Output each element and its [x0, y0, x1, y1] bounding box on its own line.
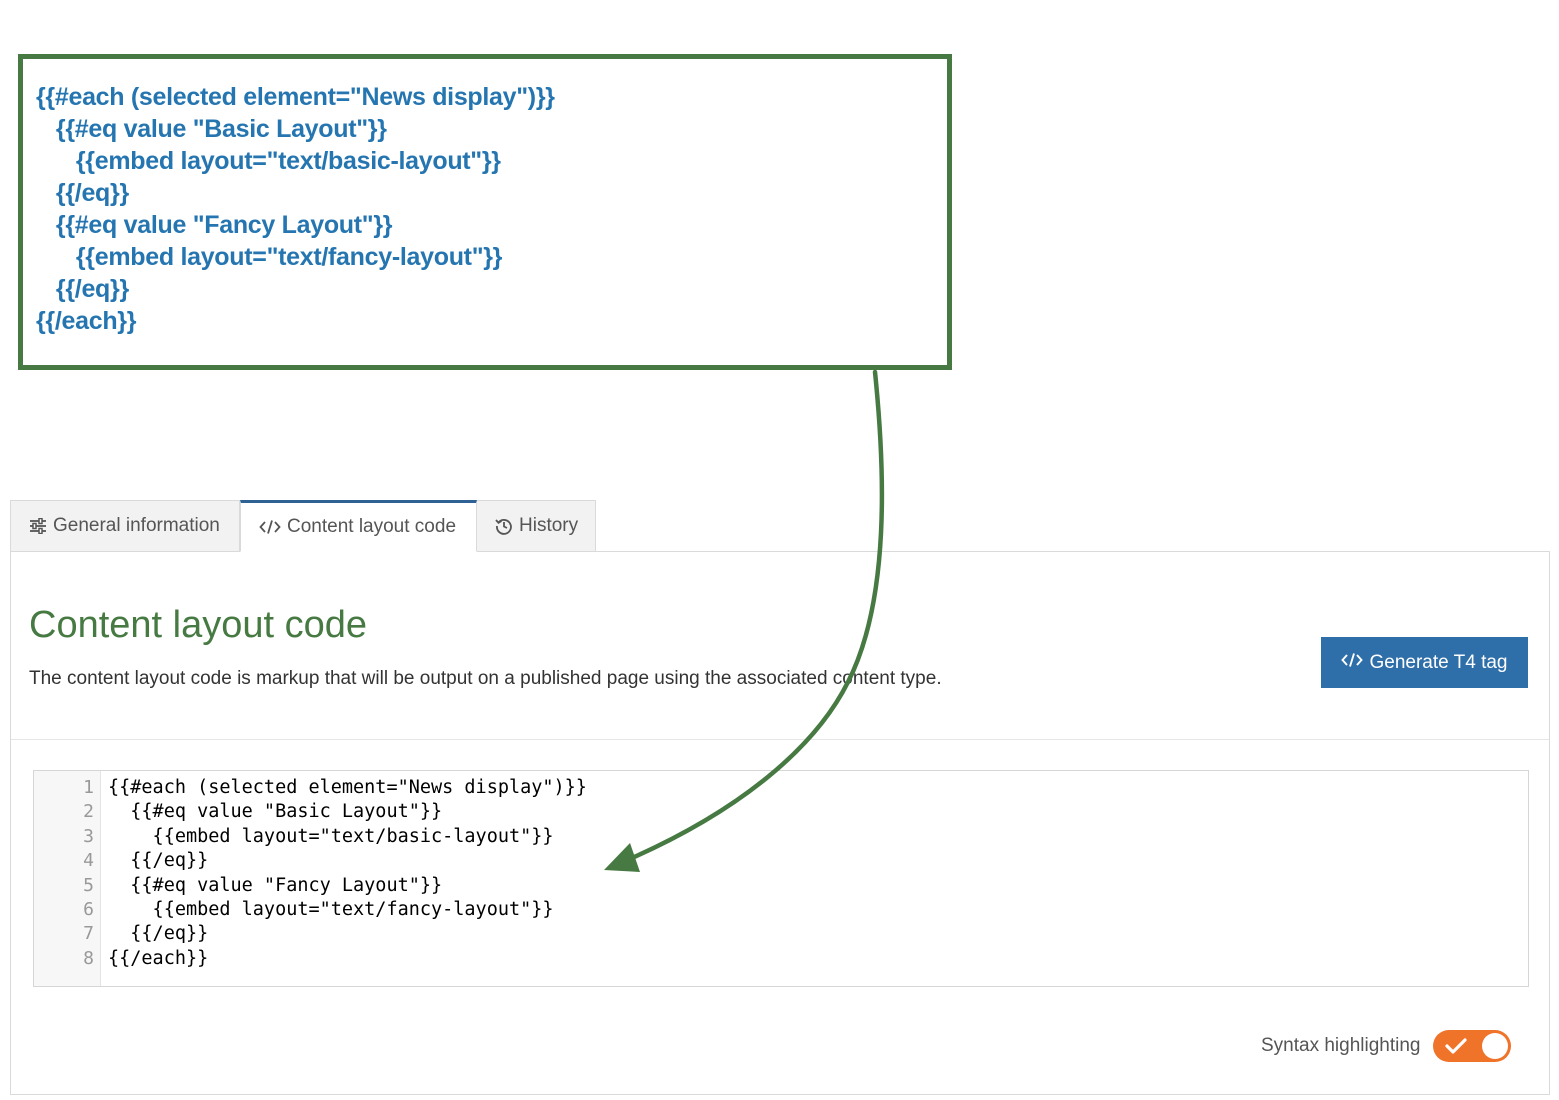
line-number-gutter: 1 2 3 4 5 6 7 8 — [34, 771, 101, 986]
line-number: 7 — [83, 923, 94, 945]
code-icon — [259, 519, 281, 535]
code-line[interactable]: {{embed layout="text/fancy-layout"}} — [108, 898, 587, 922]
annotation-line: {{#each (selected element="News display"… — [36, 83, 555, 111]
divider — [11, 739, 1549, 740]
annotation-line: {{/eq}} — [36, 179, 129, 207]
code-line[interactable]: {{/eq}} — [108, 849, 587, 873]
page-description: The content layout code is markup that w… — [29, 668, 942, 689]
tab-content-layout-code[interactable]: Content layout code — [240, 500, 477, 552]
code-icon — [1341, 652, 1364, 674]
code-line[interactable]: {{/each}} — [108, 947, 587, 971]
code-line[interactable]: {{#each (selected element="News display"… — [108, 776, 587, 800]
syntax-highlighting-label: Syntax highlighting — [1261, 1035, 1421, 1056]
annotation-line: {{#eq value "Fancy Layout"}} — [36, 211, 393, 239]
annotation-code: {{#each (selected element="News display"… — [36, 81, 555, 337]
code-editor[interactable]: 1 2 3 4 5 6 7 8 {{#each (selected elemen… — [33, 770, 1529, 987]
line-number: 6 — [83, 898, 94, 920]
syntax-highlighting-toggle[interactable] — [1432, 1030, 1511, 1062]
content-layout-panel: Content layout code The content layout c… — [10, 551, 1550, 1095]
line-number: 4 — [83, 850, 94, 872]
code-line[interactable]: {{#eq value "Basic Layout"}} — [108, 800, 587, 824]
code-line[interactable]: {{#eq value "Fancy Layout"}} — [108, 874, 587, 898]
tab-label: General information — [53, 515, 220, 536]
tab-label: Content layout code — [287, 516, 457, 537]
generate-t4-tag-button[interactable]: Generate T4 tag — [1321, 637, 1528, 688]
tab-label: History — [519, 515, 579, 536]
annotation-line: {{embed layout="text/basic-layout"}} — [36, 147, 501, 175]
line-number: 2 — [83, 801, 94, 823]
annotation-line: {{embed layout="text/fancy-layout"}} — [36, 243, 503, 271]
syntax-highlighting-control: Syntax highlighting — [1261, 1030, 1511, 1062]
code-content[interactable]: {{#each (selected element="News display"… — [101, 771, 587, 986]
page-title: Content layout code — [29, 604, 368, 646]
code-line[interactable]: {{/eq}} — [108, 922, 587, 946]
tab-bar: General information Content layout code … — [10, 500, 596, 552]
code-line[interactable]: {{embed layout="text/basic-layout"}} — [108, 825, 587, 849]
line-number: 3 — [83, 825, 94, 847]
toggle-knob — [1481, 1033, 1508, 1059]
line-number: 8 — [83, 947, 94, 969]
generate-button-label: Generate T4 tag — [1369, 651, 1508, 673]
annotation-line: {{/eq}} — [36, 275, 129, 303]
line-number: 5 — [83, 874, 94, 896]
checkmark-icon — [1444, 1037, 1467, 1060]
line-number: 1 — [83, 777, 94, 798]
tab-general-information[interactable]: General information — [10, 500, 240, 552]
annotation-callout: {{#each (selected element="News display"… — [18, 54, 952, 370]
sliders-icon — [29, 518, 47, 534]
tab-history[interactable]: History — [477, 500, 596, 552]
history-icon — [495, 517, 513, 535]
annotation-line: {{/each}} — [36, 307, 137, 335]
annotation-line: {{#eq value "Basic Layout"}} — [36, 115, 387, 143]
